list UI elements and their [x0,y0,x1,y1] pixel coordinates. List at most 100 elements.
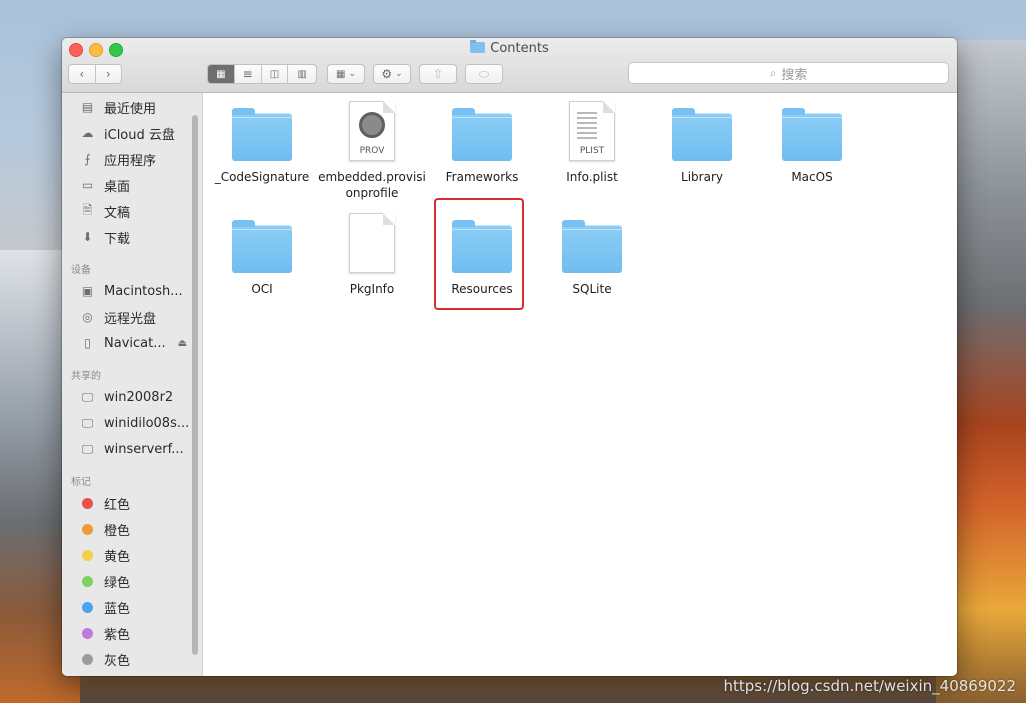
recents-icon: ▤ [81,100,94,114]
sidebar-item-desktop[interactable]: ▭ 桌面 [79,175,199,195]
file-name: Library [681,170,723,184]
finder-window: Contents ‹ › ▦ ≡ ◫ ▥ ▦ ⌄ ⚙ ⌄ ⇧ ⬭ ⌕ 搜索 ▤ … [62,38,957,676]
file-item[interactable]: MacOS [757,107,867,185]
group-by-button[interactable]: ▦ ⌄ [327,64,365,84]
tag-dot-icon [82,523,93,535]
nav-buttons: ‹ › [68,64,122,84]
columns-icon: ◫ [269,68,280,80]
sidebar-tag-yellow[interactable]: 黄色 [79,545,199,565]
file-item[interactable]: Frameworks [427,107,537,185]
sidebar-item-label: 黄色 [104,549,131,565]
edit-tags-button[interactable]: ⬭ [465,64,503,84]
file-type-tag: PLIST [579,146,605,156]
file-item[interactable]: _CodeSignature [207,107,317,185]
file-item[interactable]: Library [647,107,757,185]
drive-icon: ▯ [84,336,91,350]
cloud-icon: ☁ [81,126,94,140]
list-icon: ≡ [242,67,253,81]
sidebar-item-label: 桌面 [104,179,131,195]
sidebar-item-shared-2[interactable]: 🖵 winidilo08s... [79,413,199,433]
folder-icon [782,108,842,161]
monitor-icon: 🖵 [81,389,94,404]
tag-dot-icon [82,575,93,587]
sidebar-item-label: 应用程序 [104,153,157,169]
sidebar-scrollbar[interactable] [192,115,198,655]
gallery-view-button[interactable]: ▥ [288,65,316,83]
view-mode-control: ▦ ≡ ◫ ▥ [207,64,317,84]
sidebar-item-label: 紫色 [104,627,131,643]
tag-dot-icon [82,601,93,613]
file-name: MacOS [791,170,833,184]
provision-profile-icon: PROV [349,101,395,161]
action-button[interactable]: ⚙ ⌄ [373,64,411,84]
file-item[interactable]: OCI [207,219,317,297]
sidebar-item-downloads[interactable]: ⬇ 下载 [79,227,199,247]
applications-icon: ⨍ [84,152,91,166]
sidebar-item-label: 远程光盘 [104,311,157,327]
file-name: SQLite [572,282,612,296]
eject-icon[interactable]: ⏏ [178,338,187,349]
sidebar-item-label: 灰色 [104,653,131,669]
sidebar-item-recents[interactable]: ▤ 最近使用 [79,97,199,117]
watermark: https://blog.csdn.net/weixin_40869022 [723,677,1016,695]
sidebar-item-macintosh[interactable]: ▣ Macintosh... [79,281,199,301]
tag-dot-icon [82,627,93,639]
sidebar-tag-green[interactable]: 绿色 [79,571,199,591]
highlight-box [434,198,524,310]
file-name: Info.plist [566,170,618,184]
tag-icon: ⬭ [478,66,490,81]
sidebar-item-remote-disc[interactable]: ◎ 远程光盘 [79,307,199,327]
chevron-left-icon: ‹ [79,67,85,81]
search-placeholder: 搜索 [781,67,808,83]
sidebar-item-label: winidilo08s... [104,415,190,431]
sidebar-item-label: 下载 [104,231,131,247]
sidebar-tag-blue[interactable]: 蓝色 [79,597,199,617]
sidebar-item-label: Macintosh... [104,283,183,299]
sidebar-item-label: 蓝色 [104,601,131,617]
sidebar-tag-red[interactable]: 红色 [79,493,199,513]
search-icon: ⌕ [769,65,777,80]
sidebar-tag-purple[interactable]: 紫色 [79,623,199,643]
devices-header: 设备 [71,265,91,276]
back-button[interactable]: ‹ [69,65,96,83]
file-name: embedded.provisi onprofile [318,170,426,200]
text-lines-icon [577,112,597,142]
file-name: PkgInfo [349,282,395,296]
file-item[interactable]: PLIST Info.plist [537,101,647,185]
sidebar-item-shared-3[interactable]: 🖵 winserverf... [79,439,199,459]
list-view-button[interactable]: ≡ [235,65,262,83]
file-item[interactable]: PROV embedded.provisi onprofile [317,101,427,201]
blank-document-icon [349,213,395,273]
tag-dot-icon [82,549,93,561]
file-item[interactable]: SQLite [537,219,647,297]
downloads-icon: ⬇ [82,230,93,244]
share-button[interactable]: ⇧ [419,64,457,84]
sidebar-tag-gray[interactable]: 灰色 [79,649,199,669]
tag-dot-icon [82,497,93,509]
hard-drive-icon: ▣ [81,284,94,298]
column-view-button[interactable]: ◫ [262,65,289,83]
forward-button[interactable]: › [96,65,122,83]
sidebar-item-navicat[interactable]: ▯ Navicat... ⏏ [79,333,199,353]
sidebar-tag-orange[interactable]: 橙色 [79,519,199,539]
folder-icon [232,108,292,161]
chevron-down-icon: ⌄ [348,69,356,79]
grid-icon: ▦ [216,68,226,80]
sidebar-item-shared-1[interactable]: 🖵 win2008r2 [79,387,199,407]
folder-icon [232,220,292,273]
sidebar: ▤ 最近使用 ☁ iCloud 云盘 ⨍ 应用程序 ▭ 桌面 🗎 文稿 ⬇ 下载 设备 ▣ M… [62,93,203,676]
file-type-tag: PROV [359,146,385,156]
tags-header: 标记 [71,477,91,488]
sidebar-item-icloud[interactable]: ☁ iCloud 云盘 [79,123,199,143]
sidebar-item-applications[interactable]: ⨍ 应用程序 [79,149,199,169]
sidebar-item-label: Navicat... [104,335,166,351]
search-field[interactable]: ⌕ 搜索 [628,62,949,84]
sidebar-item-documents[interactable]: 🗎 文稿 [79,201,199,221]
sidebar-item-label: iCloud 云盘 [104,127,175,143]
icon-view-button[interactable]: ▦ [208,65,235,83]
plist-file-icon: PLIST [569,101,615,161]
sidebar-item-label: winserverf... [104,441,184,457]
chevron-down-icon: ⌄ [395,69,403,79]
file-item[interactable]: PkgInfo [317,213,427,297]
cover-flow-icon: ▥ [297,68,307,80]
